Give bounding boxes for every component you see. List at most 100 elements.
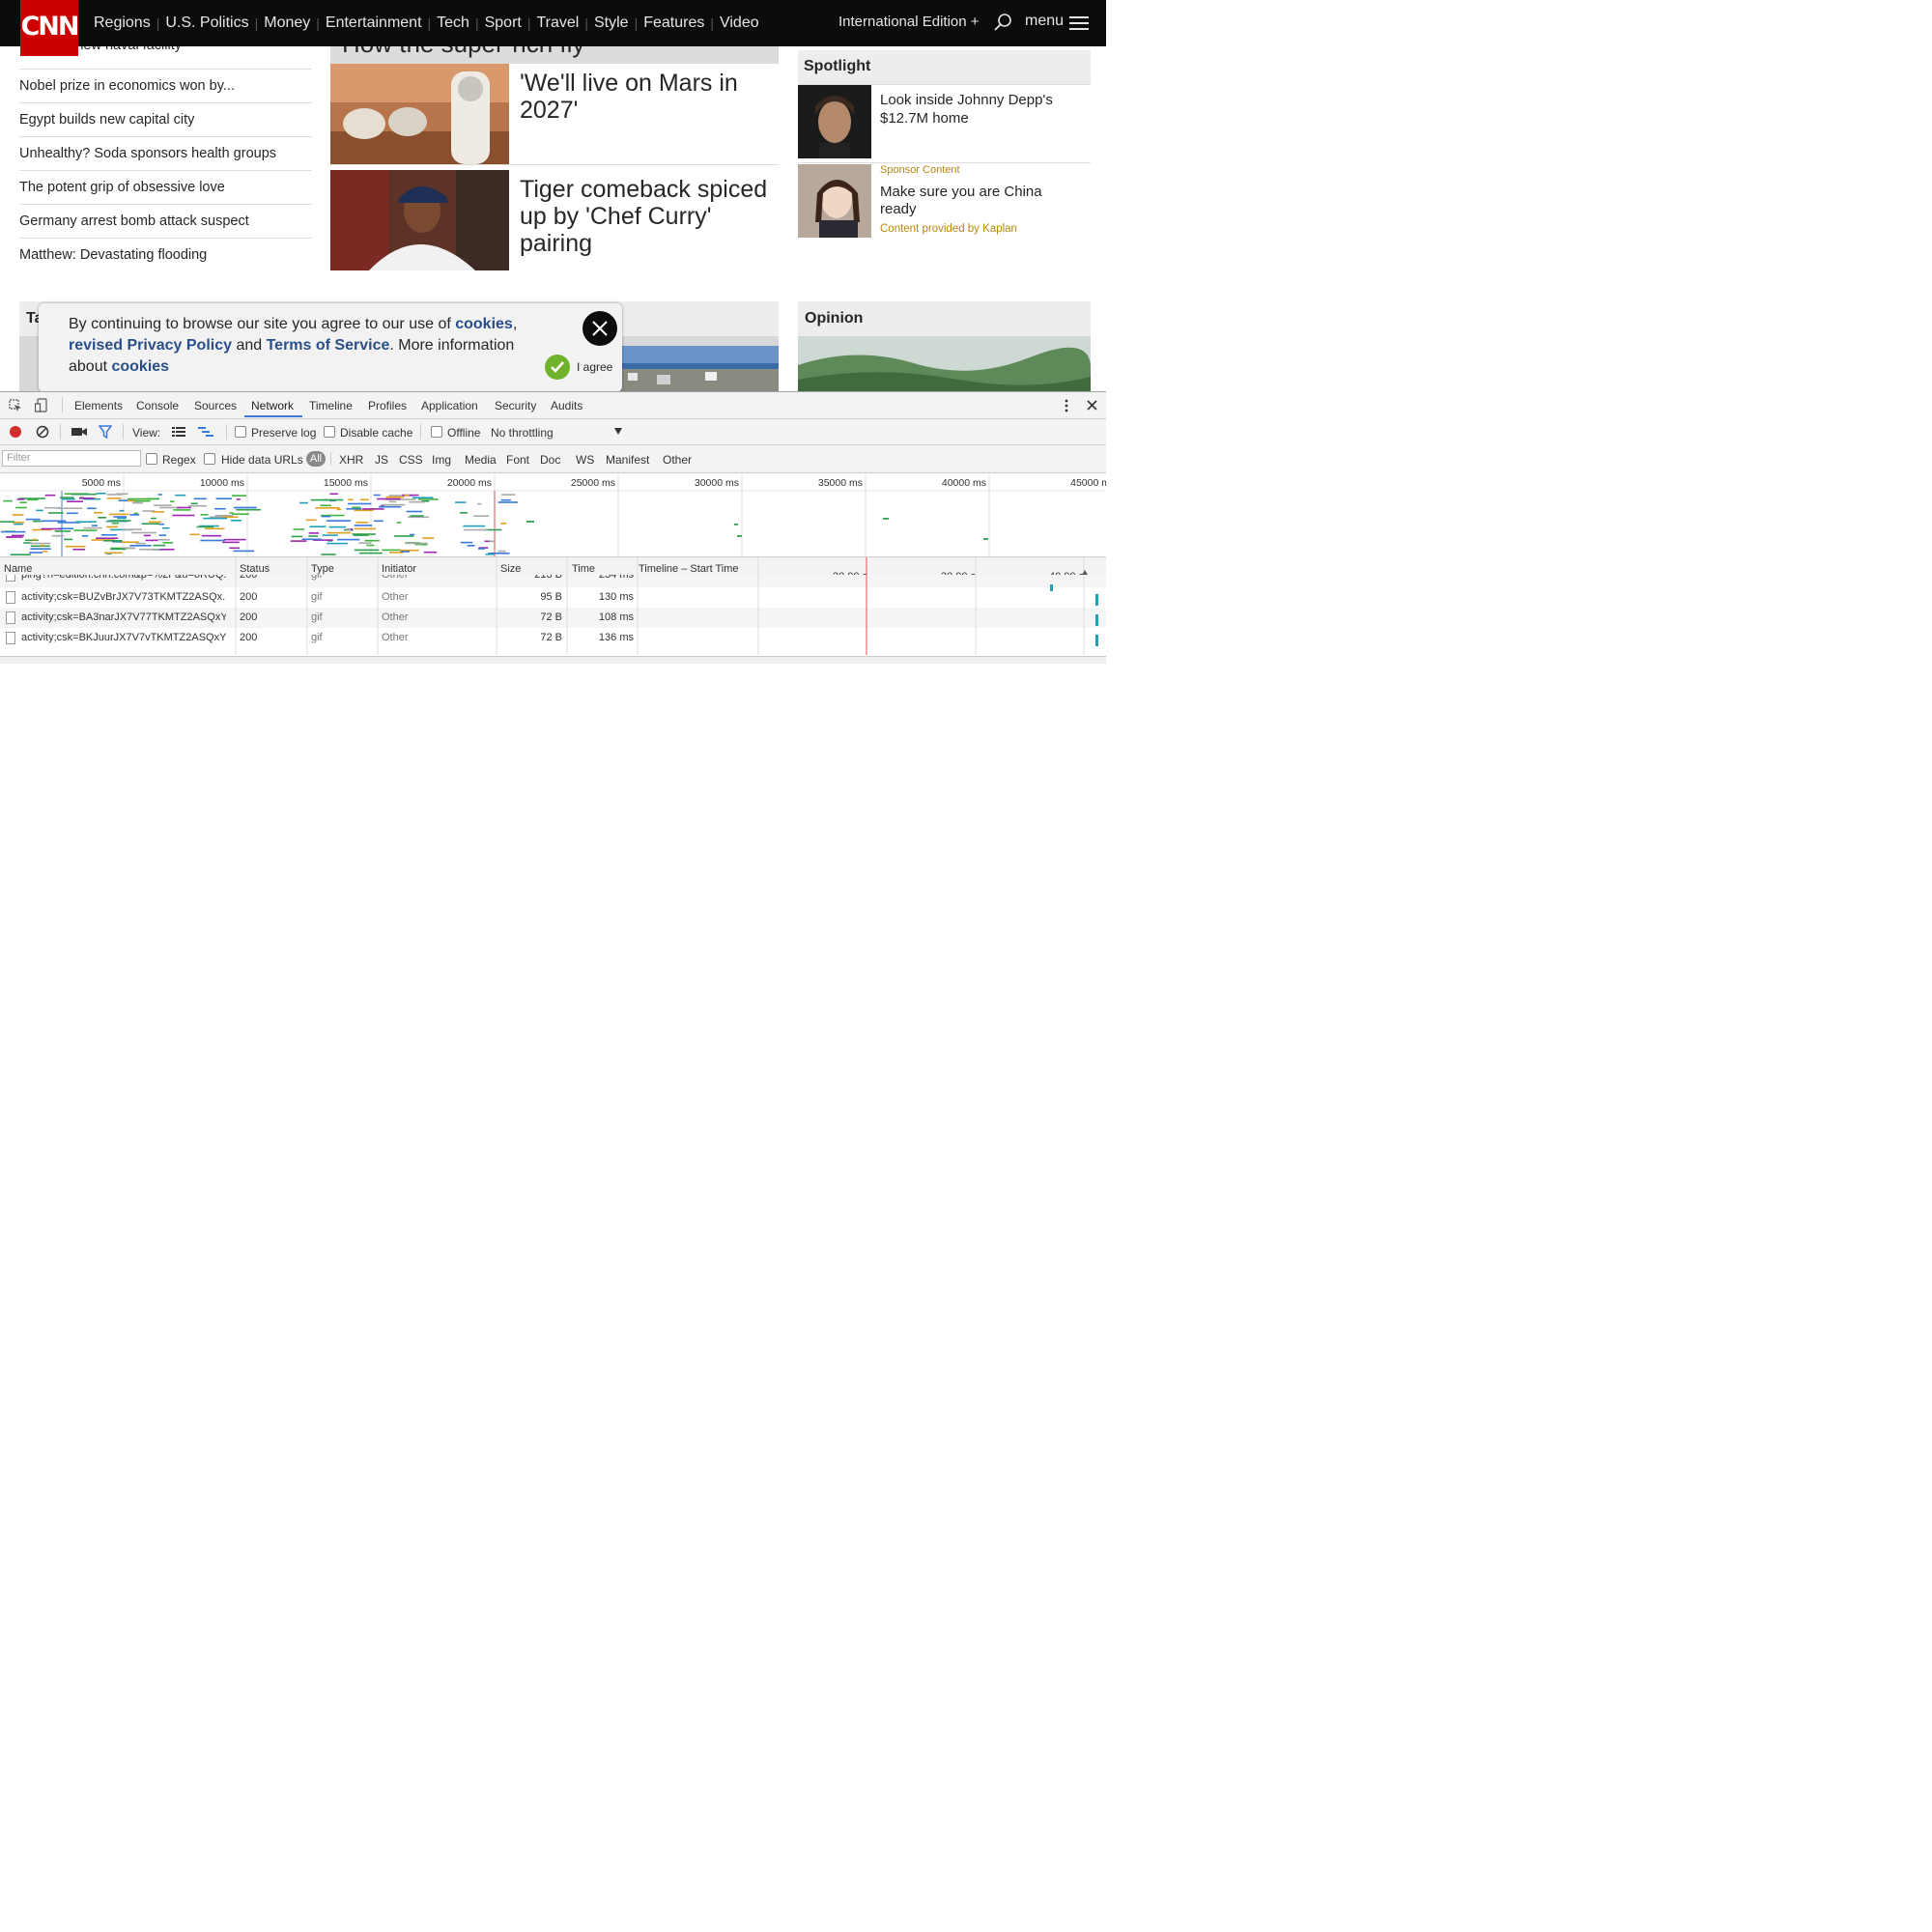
screenshot-camera-icon[interactable] (71, 426, 87, 438)
agree-button[interactable] (545, 355, 570, 380)
filter-type-manifest[interactable]: Manifest (606, 453, 649, 467)
mars-thumbnail[interactable] (330, 64, 509, 164)
list-item[interactable]: Matthew: Devastating flooding (19, 239, 312, 271)
nav-item-u-s-politics[interactable]: U.S. Politics (159, 14, 254, 32)
sponsor-title[interactable]: Make sure you are China ready (880, 184, 1073, 218)
story-headline[interactable]: Tiger comeback spiced up by 'Chef Curry'… (520, 176, 773, 257)
tiger-thumbnail[interactable] (330, 170, 509, 270)
filter-type-js[interactable]: JS (375, 453, 388, 467)
device-toolbar-icon[interactable] (35, 398, 48, 413)
disable-cache-label[interactable]: Disable cache (340, 426, 412, 440)
spotlight-title[interactable]: Look inside Johnny Depp's $12.7M home (880, 91, 1083, 128)
list-item[interactable]: Germany arrest bomb attack suspect (19, 205, 312, 239)
overview-request-bar (200, 539, 225, 542)
story-card[interactable]: Tiger comeback spiced up by 'Chef Curry'… (330, 170, 779, 270)
tab-security[interactable]: Security (495, 399, 536, 412)
regex-checkbox[interactable] (146, 453, 157, 465)
johnny-depp-thumbnail[interactable] (798, 85, 871, 158)
cookies-link[interactable]: cookies (111, 358, 169, 375)
search-icon[interactable] (993, 13, 1012, 32)
filter-type-other[interactable]: Other (663, 453, 692, 467)
tab-profiles[interactable]: Profiles (368, 399, 407, 412)
sponsor-item[interactable]: Sponsor Content Make sure you are China … (798, 164, 1091, 238)
regex-label[interactable]: Regex (162, 453, 196, 467)
filter-type-img[interactable]: Img (432, 453, 451, 467)
list-item[interactable]: Egypt builds new capital city (19, 103, 312, 137)
hamburger-icon[interactable] (1069, 14, 1089, 32)
filter-input[interactable]: Filter (2, 450, 141, 467)
filter-type-ws[interactable]: WS (576, 453, 594, 467)
story-headline[interactable]: 'We'll live on Mars in 2027' (520, 70, 773, 124)
tab-sources[interactable]: Sources (194, 399, 237, 412)
list-item[interactable]: Nobel prize in economics won by... (19, 70, 312, 103)
overview-request-bar (337, 538, 360, 541)
offline-label[interactable]: Offline (447, 426, 480, 440)
large-rows-icon[interactable] (172, 426, 185, 438)
preserve-log-checkbox[interactable] (235, 426, 246, 438)
close-devtools-icon[interactable] (1087, 400, 1097, 411)
story-card[interactable]: 'We'll live on Mars in 2027' (330, 64, 779, 165)
network-overview[interactable]: 5000 ms 10000 ms 15000 ms 20000 ms 25000 ms 3… (0, 473, 1114, 557)
cnn-logo[interactable]: CNN (20, 0, 80, 56)
sponsor-provider[interactable]: Content provided by Kaplan (880, 223, 1017, 235)
overview-request-bar (360, 498, 369, 501)
edition-picker[interactable]: International Edition + (838, 14, 980, 30)
waterfall-bar (1095, 614, 1098, 626)
filter-type-all[interactable]: All (306, 451, 326, 467)
filter-type-doc[interactable]: Doc (540, 453, 560, 467)
overview-request-bar (310, 498, 327, 501)
overview-request-bar (111, 522, 120, 525)
cookies-link[interactable]: cookies (455, 316, 513, 332)
filter-type-font[interactable]: Font (506, 453, 529, 467)
nav-item-entertainment[interactable]: Entertainment (320, 14, 428, 32)
preserve-log-label[interactable]: Preserve log (251, 426, 316, 440)
list-item[interactable]: The potent grip of obsessive love (19, 171, 312, 205)
nav-item-regions[interactable]: Regions (88, 14, 156, 32)
more-options-icon[interactable] (1064, 398, 1069, 413)
opinion-image[interactable] (798, 336, 1091, 391)
overview-request-bar (422, 537, 435, 539)
disable-cache-checkbox[interactable] (324, 426, 335, 438)
tab-network[interactable]: Network (251, 399, 294, 412)
nav-item-money[interactable]: Money (258, 14, 316, 32)
sponsor-thumbnail[interactable] (798, 164, 871, 238)
inspect-element-icon[interactable] (9, 399, 22, 412)
overview-request-bar (358, 552, 383, 554)
terms-link[interactable]: Terms of Service (267, 337, 390, 354)
overview-request-bar (12, 521, 24, 524)
tab-application[interactable]: Application (421, 399, 478, 412)
throttling-select[interactable]: No throttling (491, 426, 554, 440)
offline-checkbox[interactable] (431, 426, 442, 438)
overview-icon[interactable] (198, 426, 213, 438)
filter-type-xhr[interactable]: XHR (339, 453, 363, 467)
nav-item-tech[interactable]: Tech (431, 14, 475, 32)
tab-audits[interactable]: Audits (551, 399, 582, 412)
overview-request-bar (162, 526, 170, 529)
nav-item-features[interactable]: Features (638, 14, 710, 32)
hide-data-urls-label[interactable]: Hide data URLs (221, 453, 303, 467)
filter-type-media[interactable]: Media (465, 453, 497, 467)
nav-item-style[interactable]: Style (588, 14, 635, 32)
nav-item-travel[interactable]: Travel (530, 14, 584, 32)
list-item[interactable]: Unhealthy? Soda sponsors health groups (19, 137, 312, 171)
coastal-city-image[interactable] (618, 346, 779, 391)
overview-request-bar (106, 494, 123, 496)
spotlight-item[interactable]: Look inside Johnny Depp's $12.7M home (798, 85, 1091, 163)
record-icon[interactable] (9, 425, 22, 439)
privacy-policy-link[interactable]: revised Privacy Policy (69, 337, 232, 354)
agree-label[interactable]: I agree (577, 360, 612, 374)
dropdown-arrow-icon[interactable] (614, 428, 622, 435)
section-title: Spotlight (804, 58, 871, 74)
nav-item-sport[interactable]: Sport (479, 14, 527, 32)
tab-timeline[interactable]: Timeline (309, 399, 353, 412)
close-button[interactable] (582, 311, 617, 346)
menu-label[interactable]: menu (1025, 13, 1064, 30)
filter-icon[interactable] (99, 425, 112, 439)
clear-icon[interactable] (36, 425, 49, 439)
tab-console[interactable]: Console (136, 399, 179, 412)
overview-request-bar (327, 542, 348, 545)
filter-type-css[interactable]: CSS (399, 453, 423, 467)
hide-data-urls-checkbox[interactable] (204, 453, 215, 465)
nav-item-video[interactable]: Video (714, 14, 765, 32)
tab-elements[interactable]: Elements (74, 399, 123, 412)
